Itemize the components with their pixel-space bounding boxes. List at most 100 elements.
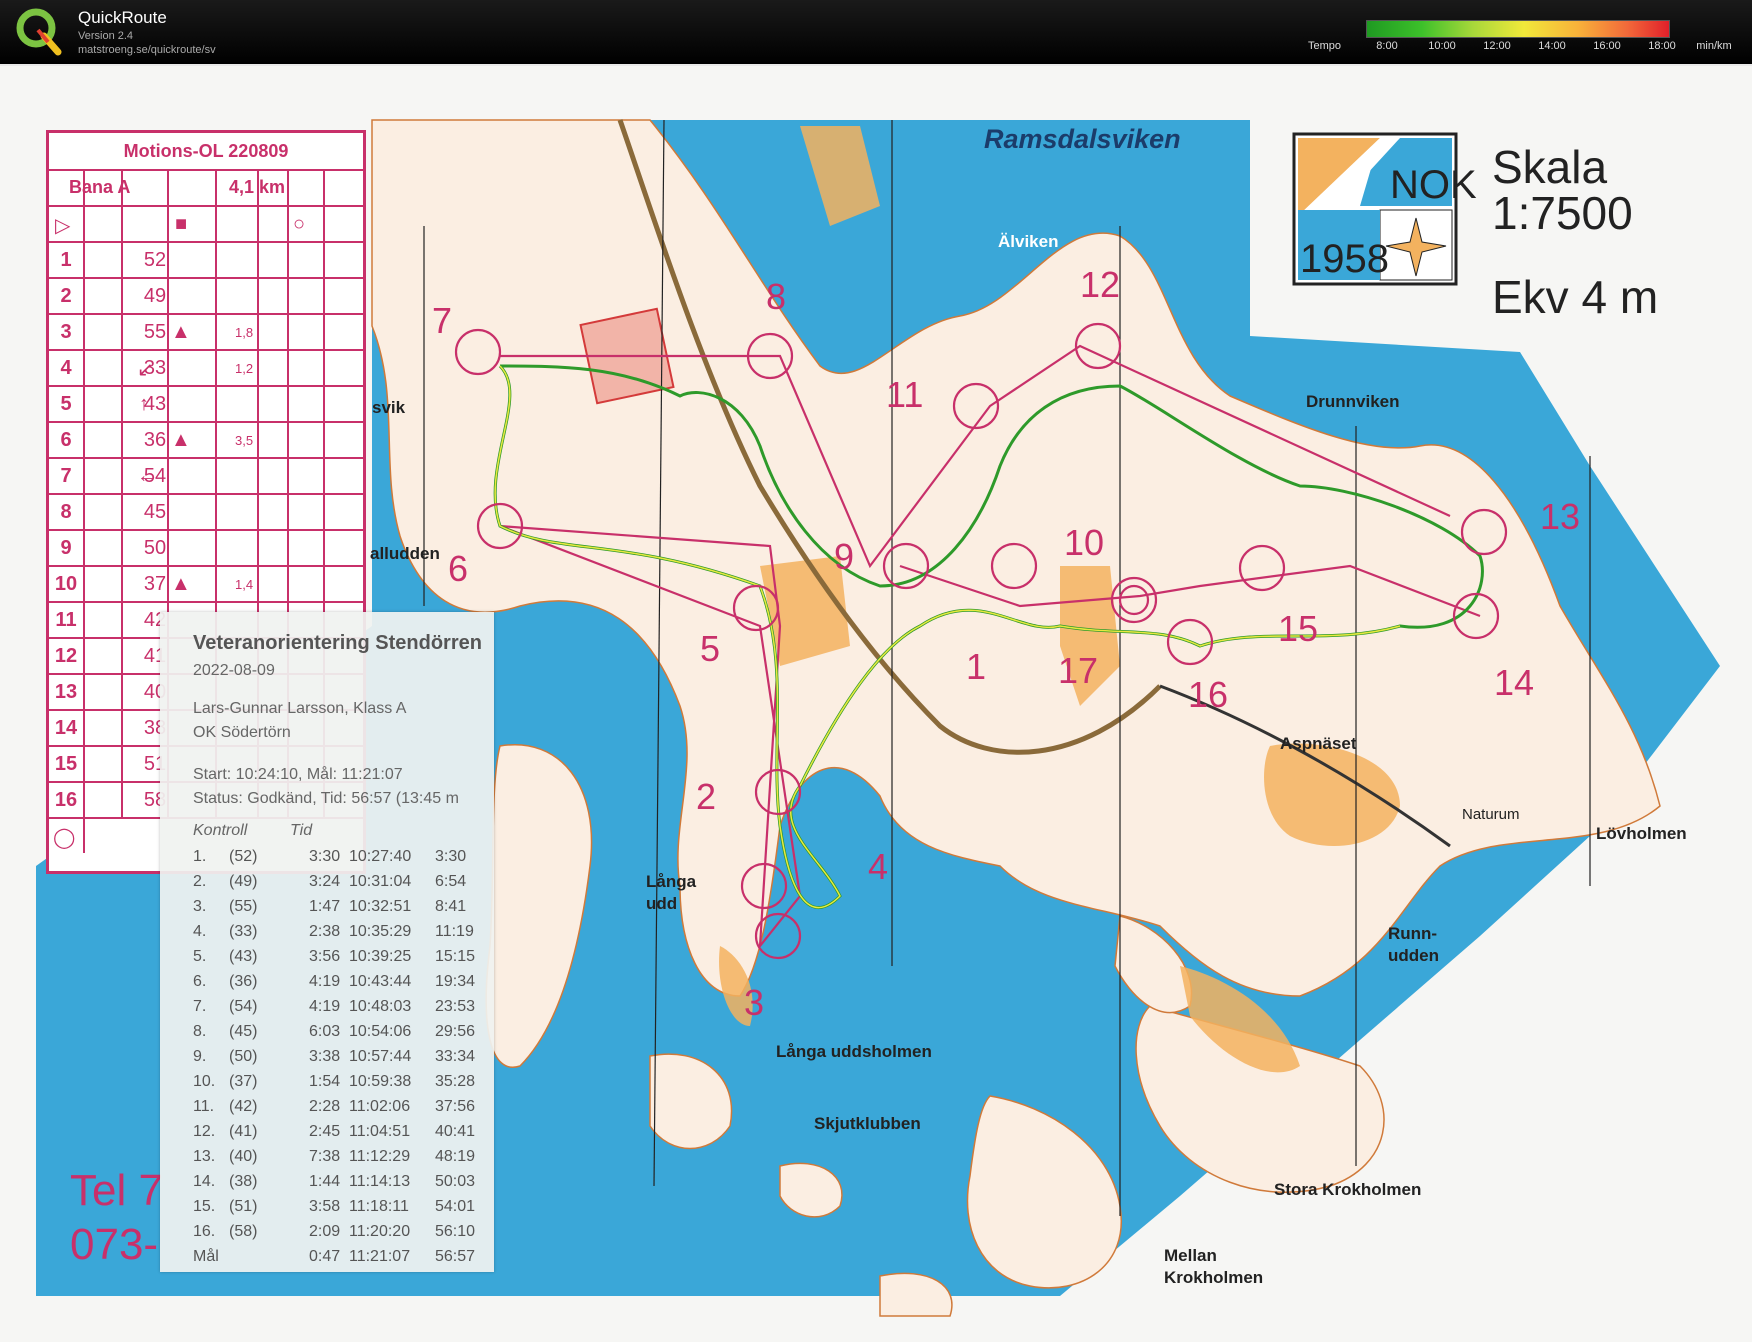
place-ramsdalsviken: Ramsdalsviken bbox=[984, 124, 1181, 154]
split-tot: 29:56 bbox=[435, 1023, 476, 1040]
split-clock: 10:59:38 bbox=[349, 1073, 412, 1090]
split-tot: 35:28 bbox=[435, 1073, 476, 1090]
course-header-row: Bana A 4,1 km bbox=[49, 169, 363, 207]
runner-club: OK Södertörn bbox=[193, 724, 291, 741]
split-clock: 10:31:04 bbox=[349, 873, 412, 890]
event-title: Motions-OL 220809 bbox=[123, 141, 289, 161]
split-row: 4. (33) 2:38 10:35:29 11:19 bbox=[193, 923, 493, 943]
split-row: 2. (49) 3:24 10:31:04 6:54 bbox=[193, 873, 493, 893]
dimension-text: 1,4 bbox=[235, 577, 254, 592]
control-row: 3 55 ▲ 1,8 bbox=[49, 313, 363, 351]
square-symbol-icon: ■ bbox=[175, 213, 188, 235]
split-c: (49) bbox=[229, 873, 258, 890]
place-alviken: Älviken bbox=[998, 232, 1059, 251]
control-number: 9 bbox=[834, 536, 855, 577]
split-c: (37) bbox=[229, 1073, 258, 1090]
control-number: 10 bbox=[1064, 522, 1105, 563]
place-langa-udd-2: udd bbox=[646, 894, 678, 913]
control-row: 5 43 ↑ bbox=[49, 385, 363, 423]
split-tot: 23:53 bbox=[435, 998, 476, 1015]
place-mellan-krokholmen: Mellan bbox=[1164, 1246, 1217, 1265]
control-index: 9 bbox=[60, 537, 72, 559]
event-name: Veteranorientering Stendörren bbox=[193, 632, 482, 654]
control-index: 11 bbox=[55, 609, 77, 631]
place-drunnviken: Drunnviken bbox=[1306, 392, 1400, 411]
control-index: 10 bbox=[54, 573, 78, 595]
split-leg: 3:58 bbox=[309, 1198, 341, 1215]
split-tot: 6:54 bbox=[435, 873, 467, 890]
place-langa-uddsholmen: Långa uddsholmen bbox=[776, 1042, 932, 1061]
split-row: 16. (58) 2:09 11:20:20 56:10 bbox=[193, 1223, 493, 1243]
split-clock: 11:21:07 bbox=[349, 1248, 411, 1265]
split-row: Mål 0:47 11:21:07 56:57 bbox=[193, 1248, 493, 1268]
split-c: (33) bbox=[229, 923, 258, 940]
split-k: 15. bbox=[193, 1198, 216, 1215]
split-leg: 3:56 bbox=[309, 948, 341, 965]
place-langa-udd: Långa bbox=[646, 872, 697, 891]
control-index: 1 bbox=[60, 249, 72, 271]
control-code: 52 bbox=[143, 249, 167, 271]
phone-text: Tel 7 073- bbox=[70, 1164, 163, 1272]
control-number: 13 bbox=[1540, 496, 1581, 537]
app-version: Version 2.4 bbox=[78, 30, 134, 42]
split-tot: 8:41 bbox=[435, 898, 467, 915]
split-row: 5. (43) 3:56 10:39:25 15:15 bbox=[193, 948, 493, 968]
start-finish-time: Start: 10:24:10, Mål: 11:21:07 bbox=[193, 766, 403, 783]
split-row: 6. (36) 4:19 10:43:44 19:34 bbox=[193, 973, 493, 993]
tempo-unit: min/km bbox=[1696, 40, 1732, 52]
split-clock: 10:48:03 bbox=[349, 998, 412, 1015]
split-tot: 37:56 bbox=[435, 1098, 476, 1115]
control-number: 5 bbox=[700, 628, 721, 669]
split-leg: 1:54 bbox=[309, 1073, 341, 1090]
control-index: 7 bbox=[60, 465, 72, 487]
split-k: 7. bbox=[193, 998, 207, 1015]
quickroute-logo-icon bbox=[16, 8, 62, 56]
split-leg: 6:03 bbox=[309, 1023, 341, 1040]
dimension-text: 1,8 bbox=[235, 325, 254, 340]
split-clock: 10:27:40 bbox=[349, 848, 412, 865]
runner-name: Lars-Gunnar Larsson, Klass A bbox=[193, 700, 407, 717]
split-k: 10. bbox=[193, 1073, 216, 1090]
split-tot: 33:34 bbox=[435, 1048, 476, 1065]
split-c: (54) bbox=[229, 998, 258, 1015]
split-c: (58) bbox=[229, 1223, 258, 1240]
split-row: 12. (41) 2:45 11:04:51 40:41 bbox=[193, 1123, 493, 1143]
header-kontroll: Kontroll bbox=[193, 822, 248, 839]
split-clock: 10:57:44 bbox=[349, 1048, 412, 1065]
split-k: 13. bbox=[193, 1148, 216, 1165]
control-number: 11 bbox=[886, 374, 924, 415]
place-alludden: alludden bbox=[370, 544, 440, 563]
control-row: 9 50 bbox=[49, 529, 363, 567]
tempo-tick: 10:00 bbox=[1428, 40, 1456, 52]
split-c: (50) bbox=[229, 1048, 258, 1065]
control-number: 7 bbox=[432, 300, 453, 341]
tempo-tick: 14:00 bbox=[1538, 40, 1566, 52]
split-row: 11. (42) 2:28 11:02:06 37:56 bbox=[193, 1098, 493, 1118]
control-number: 8 bbox=[766, 276, 787, 317]
app-url: matstroeng.se/quickroute/sv bbox=[78, 44, 216, 56]
split-leg: 7:38 bbox=[309, 1148, 341, 1165]
tempo-tick: 16:00 bbox=[1593, 40, 1621, 52]
split-leg: 4:19 bbox=[309, 998, 341, 1015]
control-number: 16 bbox=[1188, 674, 1229, 715]
split-c: (51) bbox=[229, 1198, 258, 1215]
control-index: 2 bbox=[60, 285, 72, 307]
control-row: 10 37 ▲ 1,4 bbox=[49, 565, 363, 603]
split-c: (45) bbox=[229, 1023, 258, 1040]
split-leg: 2:28 bbox=[309, 1098, 341, 1115]
logo-year: 1958 bbox=[1300, 237, 1389, 281]
control-number: 3 bbox=[744, 982, 765, 1023]
control-index: 14 bbox=[54, 717, 78, 739]
start-triangle-icon: ▷ bbox=[55, 215, 71, 237]
control-number: 4 bbox=[868, 846, 889, 887]
place-lovholmen: Lövholmen bbox=[1596, 824, 1687, 843]
split-c: (38) bbox=[229, 1173, 258, 1190]
split-clock: 10:35:29 bbox=[349, 923, 412, 940]
split-c: (55) bbox=[229, 898, 258, 915]
split-k: 1. bbox=[193, 848, 207, 865]
split-tot: 11:19 bbox=[435, 923, 474, 940]
control-index: 4 bbox=[60, 357, 72, 379]
split-leg: 1:47 bbox=[309, 898, 341, 915]
logo-text: NOK bbox=[1390, 163, 1477, 207]
split-c: (42) bbox=[229, 1098, 258, 1115]
